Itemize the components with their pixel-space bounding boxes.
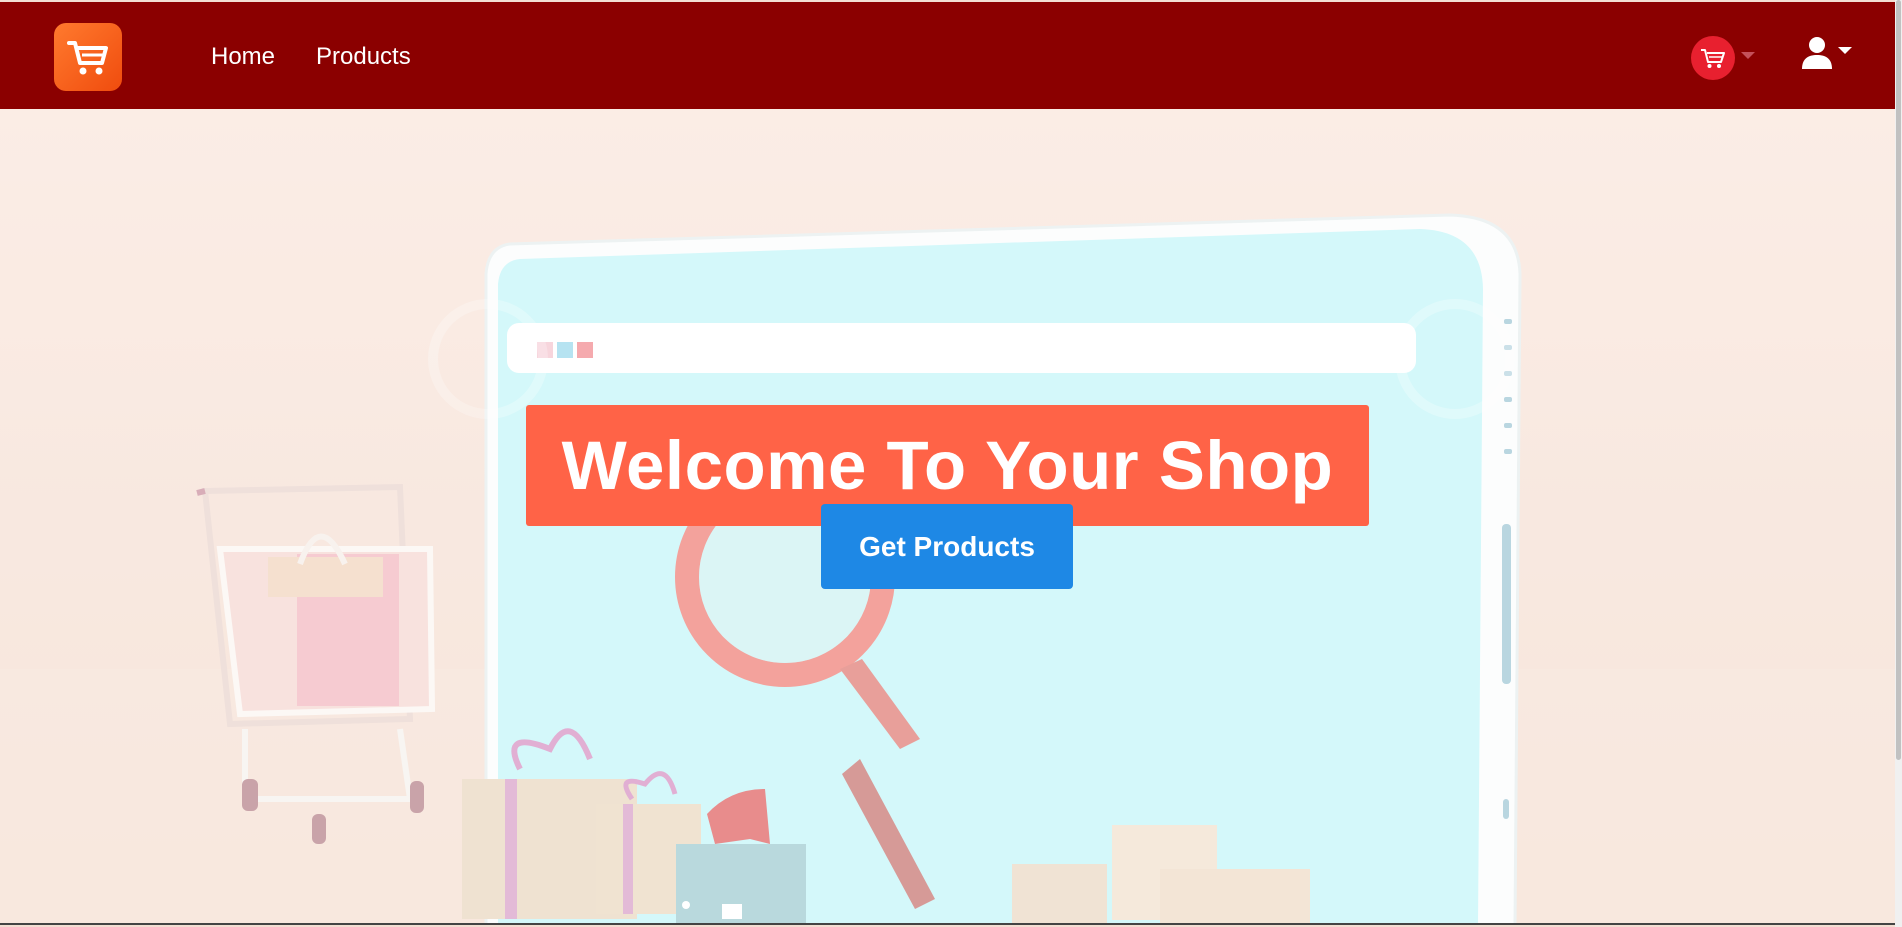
- user-dropdown-caret-icon[interactable]: [1838, 47, 1852, 54]
- nav-link-home[interactable]: Home: [211, 42, 275, 72]
- get-products-button[interactable]: Get Products: [821, 504, 1073, 589]
- navbar: Home Products: [0, 2, 1895, 109]
- nav-link-products[interactable]: Products: [316, 42, 411, 72]
- cart-button[interactable]: [1691, 36, 1735, 80]
- shopping-cart-icon: [1701, 49, 1725, 68]
- hero-section: Welcome To Your Shop Get Products: [0, 109, 1895, 925]
- user-menu-button[interactable]: [1799, 36, 1835, 72]
- user-icon: [1802, 37, 1832, 69]
- scrollbar-thumb[interactable]: [1896, 0, 1901, 760]
- shopping-cart-icon: [67, 41, 108, 75]
- page-bottom-divider: [0, 923, 1895, 925]
- cart-dropdown-caret-icon[interactable]: [1741, 52, 1755, 59]
- brand-logo[interactable]: [54, 23, 122, 91]
